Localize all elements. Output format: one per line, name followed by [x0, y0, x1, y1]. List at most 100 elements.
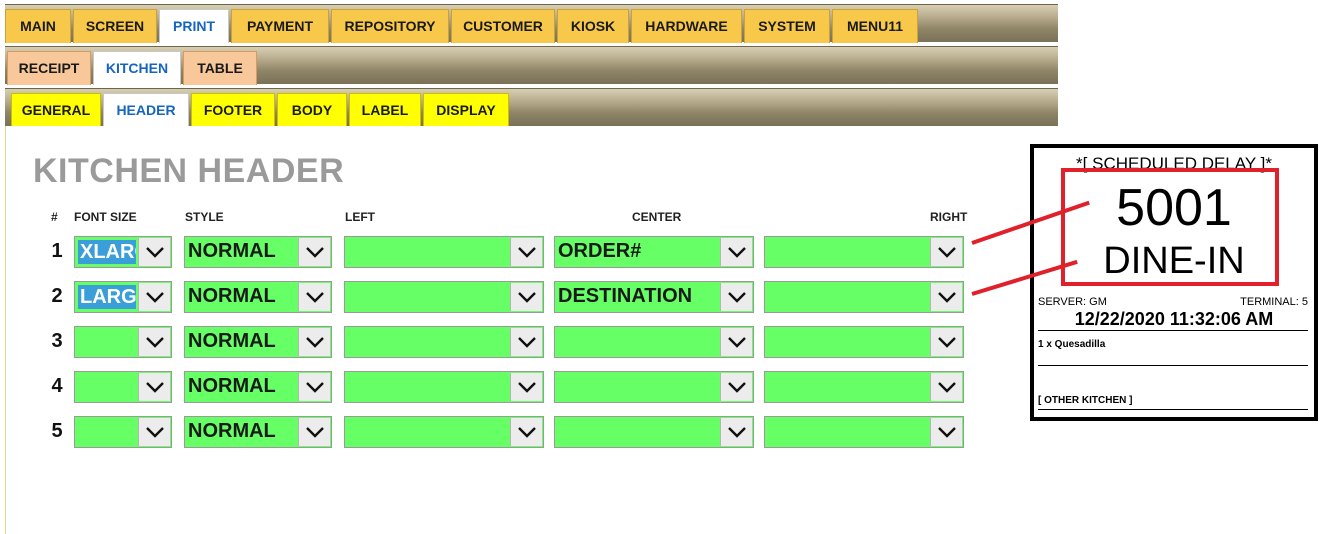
row-number: 5	[51, 420, 63, 442]
chevron-down-icon[interactable]	[298, 328, 330, 356]
highlight-box	[1061, 168, 1279, 286]
chevron-down-icon[interactable]	[720, 283, 752, 311]
chevron-down-icon[interactable]	[298, 283, 330, 311]
tab-customer[interactable]: CUSTOMER	[451, 9, 555, 43]
chevron-down-icon[interactable]	[720, 328, 752, 356]
tab-system[interactable]: SYSTEM	[744, 9, 830, 43]
print-settings-window: MAIN SCREEN PRINT PAYMENT REPOSITORY CUS…	[0, 0, 1340, 534]
center-select[interactable]	[554, 416, 754, 448]
center-select-value: ORDER#	[558, 240, 642, 262]
chevron-down-icon[interactable]	[138, 328, 170, 356]
chevron-down-icon[interactable]	[930, 373, 962, 401]
left-select[interactable]	[344, 326, 544, 358]
right-select[interactable]	[764, 236, 964, 268]
receipt-divider	[1038, 330, 1308, 331]
style-select-value: NORMAL	[188, 375, 276, 397]
chevron-down-icon[interactable]	[298, 418, 330, 446]
style-select-value: NORMAL	[188, 420, 276, 442]
font-size-select-value: XLARG	[78, 240, 136, 264]
center-select[interactable]: DESTINATION	[554, 281, 754, 313]
style-select[interactable]: NORMAL	[184, 326, 332, 358]
chevron-down-icon[interactable]	[138, 238, 170, 266]
font-size-select[interactable]	[74, 416, 172, 448]
chevron-down-icon[interactable]	[510, 238, 542, 266]
tab-receipt[interactable]: RECEIPT	[7, 51, 91, 85]
right-select[interactable]	[764, 281, 964, 313]
row-number: 1	[51, 240, 63, 262]
tab-display[interactable]: DISPLAY	[423, 93, 509, 127]
font-size-select[interactable]: LARGE	[74, 281, 172, 313]
tab-main[interactable]: MAIN	[5, 9, 71, 43]
font-size-select[interactable]	[74, 326, 172, 358]
column-header-font-size: FONT SIZE	[74, 210, 137, 224]
chevron-down-icon[interactable]	[930, 283, 962, 311]
row-number: 2	[51, 285, 63, 307]
chevron-down-icon[interactable]	[510, 373, 542, 401]
style-select-value: NORMAL	[188, 285, 276, 307]
tab-header[interactable]: HEADER	[103, 93, 189, 127]
receipt-divider	[1038, 409, 1308, 410]
left-select[interactable]	[344, 281, 544, 313]
tab-footer[interactable]: FOOTER	[191, 93, 275, 127]
row-number: 4	[51, 375, 63, 397]
column-header-left: LEFT	[345, 210, 375, 224]
chevron-down-icon[interactable]	[930, 328, 962, 356]
style-select-value: NORMAL	[188, 330, 276, 352]
chevron-down-icon[interactable]	[138, 283, 170, 311]
column-header-center: CENTER	[632, 210, 682, 224]
tab-kitchen[interactable]: KITCHEN	[93, 51, 181, 85]
right-select[interactable]	[764, 416, 964, 448]
chevron-down-icon[interactable]	[298, 373, 330, 401]
tab-print[interactable]: PRINT	[159, 9, 229, 43]
center-select[interactable]	[554, 326, 754, 358]
kitchen-tab-bar: GENERAL HEADER FOOTER BODY LABEL DISPLAY	[5, 88, 1058, 127]
chevron-down-icon[interactable]	[930, 418, 962, 446]
style-select[interactable]: NORMAL	[184, 371, 332, 403]
tab-payment[interactable]: PAYMENT	[231, 9, 329, 43]
column-header-right: RIGHT	[930, 210, 968, 224]
chevron-down-icon[interactable]	[138, 373, 170, 401]
tab-general[interactable]: GENERAL	[11, 93, 101, 127]
center-select[interactable]: ORDER#	[554, 236, 754, 268]
tab-screen[interactable]: SCREEN	[73, 9, 157, 43]
style-select[interactable]: NORMAL	[184, 416, 332, 448]
chevron-down-icon[interactable]	[298, 238, 330, 266]
style-select-value: NORMAL	[188, 240, 276, 262]
receipt-divider	[1038, 365, 1308, 366]
tab-body[interactable]: BODY	[277, 93, 347, 127]
datetime-text: 12/22/2020 11:32:06 AM	[1074, 309, 1274, 329]
chevron-down-icon[interactable]	[510, 418, 542, 446]
left-select[interactable]	[344, 236, 544, 268]
row-number: 3	[51, 330, 63, 352]
font-size-select[interactable]	[74, 371, 172, 403]
right-select[interactable]	[764, 326, 964, 358]
chevron-down-icon[interactable]	[720, 418, 752, 446]
tab-repository[interactable]: REPOSITORY	[331, 9, 449, 43]
center-select[interactable]	[554, 371, 754, 403]
left-select[interactable]	[344, 371, 544, 403]
tab-menu11[interactable]: MENU11	[832, 9, 918, 43]
tab-hardware[interactable]: HARDWARE	[631, 9, 742, 43]
page-title: KITCHEN HEADER	[33, 152, 345, 190]
chevron-down-icon[interactable]	[720, 373, 752, 401]
item-text: 1 x Quesadilla	[1038, 339, 1106, 350]
other-kitchen-text: [ OTHER KITCHEN ]	[1038, 395, 1133, 406]
left-select[interactable]	[344, 416, 544, 448]
font-size-select[interactable]: XLARG	[74, 236, 172, 268]
chevron-down-icon[interactable]	[510, 283, 542, 311]
style-select[interactable]: NORMAL	[184, 236, 332, 268]
column-header-style: STYLE	[185, 210, 224, 224]
font-size-select-value: LARGE	[78, 285, 136, 309]
chevron-down-icon[interactable]	[930, 238, 962, 266]
chevron-down-icon[interactable]	[510, 328, 542, 356]
chevron-down-icon[interactable]	[720, 238, 752, 266]
tab-label[interactable]: LABEL	[349, 93, 421, 127]
chevron-down-icon[interactable]	[138, 418, 170, 446]
tab-table[interactable]: TABLE	[183, 51, 257, 85]
right-select[interactable]	[764, 371, 964, 403]
column-header-num: #	[51, 210, 58, 224]
center-select-value: DESTINATION	[558, 285, 693, 307]
style-select[interactable]: NORMAL	[184, 281, 332, 313]
terminal-text: TERMINAL: 5	[1240, 296, 1308, 308]
tab-kiosk[interactable]: KIOSK	[557, 9, 629, 43]
